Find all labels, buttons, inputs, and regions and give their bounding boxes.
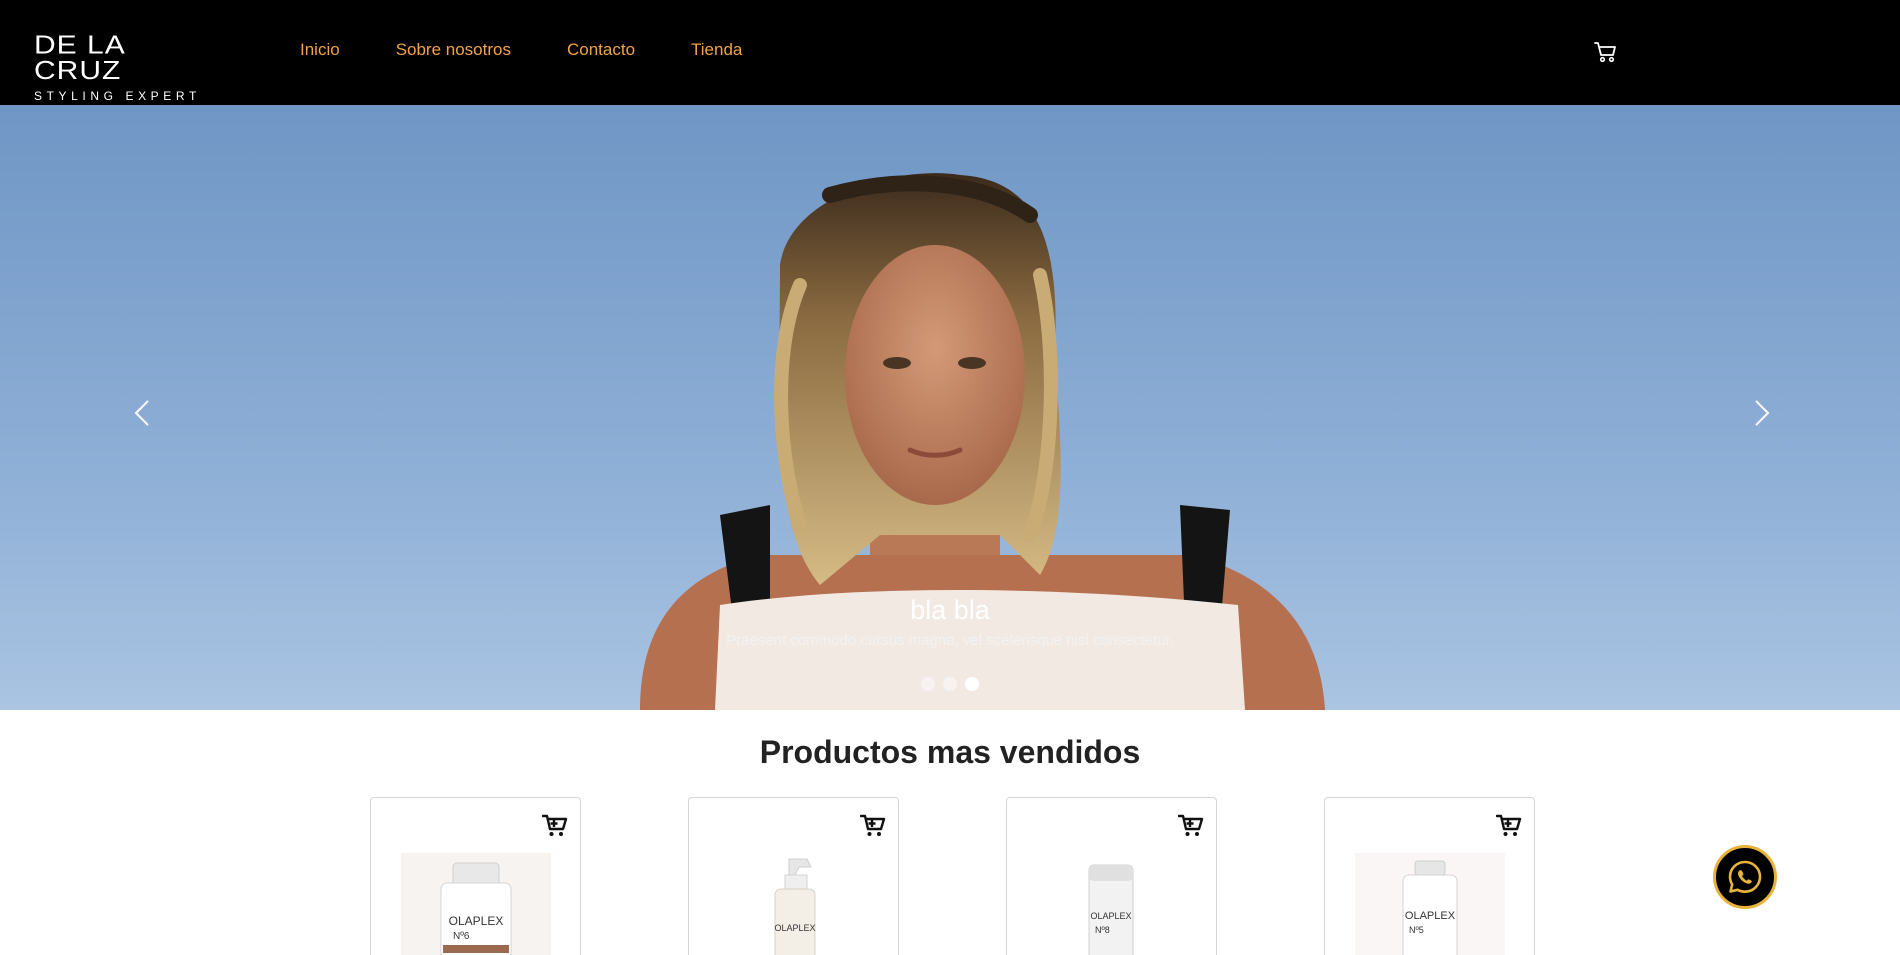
cart-icon xyxy=(1594,42,1616,63)
product-image: OLAPLEX Nº5 xyxy=(1355,853,1505,955)
product-image: OLAPLEX xyxy=(719,853,869,955)
add-to-cart-icon xyxy=(859,814,886,836)
whatsapp-button[interactable] xyxy=(1713,845,1777,909)
add-to-cart-icon xyxy=(1495,814,1522,836)
add-to-cart-button[interactable] xyxy=(859,814,886,838)
caption-title: bla bla xyxy=(910,595,990,625)
navbar: DE LA CRUZ STYLING EXPERT Inicio Sobre n… xyxy=(0,0,1900,105)
add-to-cart-icon xyxy=(541,814,568,836)
carousel-indicator-2[interactable] xyxy=(943,677,957,691)
cart-button[interactable] xyxy=(1594,41,1618,63)
product-card[interactable]: OLAPLEX Nº6 xyxy=(370,797,581,955)
carousel-indicator-1[interactable] xyxy=(921,677,935,691)
carousel-next-button[interactable] xyxy=(1746,393,1776,433)
product-brand-label: OLAPLEX xyxy=(774,923,815,933)
add-to-cart-icon xyxy=(1177,814,1204,836)
add-to-cart-button[interactable] xyxy=(541,814,568,838)
product-card[interactable]: OLAPLEX xyxy=(688,797,899,955)
carousel-indicator-3[interactable] xyxy=(965,677,979,691)
product-brand-label: OLAPLEX xyxy=(1405,910,1456,922)
product-grid: OLAPLEX Nº6 OLAPLEX OLAPLEX Nº8 OLAPLEX … xyxy=(370,797,1535,955)
carousel-indicators xyxy=(0,677,1900,691)
product-brand-label: OLAPLEX xyxy=(449,914,504,928)
main-nav: Inicio Sobre nosotros Contacto Tienda xyxy=(300,40,742,60)
brand-tagline: STYLING EXPERT xyxy=(34,89,201,103)
brand-name: DE LA CRUZ xyxy=(34,31,125,85)
caption-text: Praesent commodo cursus magna, vel scele… xyxy=(726,632,1174,649)
hero-carousel: bla bla Praesent commodo cursus magna, v… xyxy=(0,105,1900,710)
chevron-left-icon xyxy=(134,400,149,426)
chevron-right-icon xyxy=(1755,400,1770,426)
brand-logo[interactable]: DE LA CRUZ STYLING EXPERT xyxy=(34,33,214,102)
product-card[interactable]: OLAPLEX Nº8 xyxy=(1006,797,1217,955)
product-number-label: Nº8 xyxy=(1095,925,1110,935)
whatsapp-icon xyxy=(1728,860,1762,893)
carousel-caption: bla bla Praesent commodo cursus magna, v… xyxy=(0,593,1900,651)
nav-link-contacto[interactable]: Contacto xyxy=(567,40,635,60)
nav-link-inicio[interactable]: Inicio xyxy=(300,40,340,60)
add-to-cart-button[interactable] xyxy=(1495,814,1522,838)
nav-link-sobre-nosotros[interactable]: Sobre nosotros xyxy=(396,40,511,60)
product-image: OLAPLEX Nº8 xyxy=(1037,853,1187,955)
product-brand-label: OLAPLEX xyxy=(1090,911,1131,921)
product-image: OLAPLEX Nº6 xyxy=(401,853,551,955)
product-number-label: Nº6 xyxy=(453,931,470,942)
nav-link-tienda[interactable]: Tienda xyxy=(691,40,742,60)
add-to-cart-button[interactable] xyxy=(1177,814,1204,838)
product-number-label: Nº5 xyxy=(1409,925,1424,935)
section-title: Productos mas vendidos xyxy=(759,734,1141,770)
carousel-prev-button[interactable] xyxy=(128,393,158,433)
product-card[interactable]: OLAPLEX Nº5 xyxy=(1324,797,1535,955)
